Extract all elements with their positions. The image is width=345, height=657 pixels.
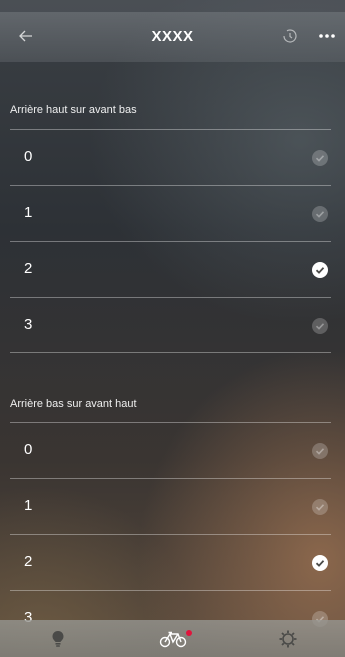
bike-icon xyxy=(159,631,186,647)
tab-settings[interactable] xyxy=(230,620,345,657)
more-options-button[interactable] xyxy=(316,25,338,47)
tab-lights[interactable] xyxy=(0,620,115,657)
option-row-3[interactable]: 3 xyxy=(10,297,331,353)
notification-badge xyxy=(186,630,192,636)
check-icon xyxy=(312,150,328,166)
check-icon xyxy=(312,318,328,334)
section-label-rear-low-front-high: Arrière bas sur avant haut xyxy=(10,398,137,410)
more-dots-icon xyxy=(319,34,335,38)
option-row-0[interactable]: 0 xyxy=(10,422,331,478)
lightbulb-icon xyxy=(52,630,63,647)
check-selected-icon xyxy=(312,555,328,571)
history-icon xyxy=(283,29,297,43)
tab-bike[interactable] xyxy=(115,620,230,657)
gear-icon xyxy=(279,630,296,647)
option-label: 0 xyxy=(24,441,33,458)
option-label: 0 xyxy=(24,148,33,165)
status-bar-area xyxy=(0,0,345,12)
divider xyxy=(10,352,331,353)
option-label: 3 xyxy=(24,316,33,333)
check-icon xyxy=(312,499,328,515)
check-icon xyxy=(312,443,328,459)
option-row-2[interactable]: 2 xyxy=(10,534,331,590)
top-app-bar: XXXX xyxy=(0,12,345,62)
check-selected-icon xyxy=(312,262,328,278)
option-label: 1 xyxy=(24,497,33,514)
option-row-1[interactable]: 1 xyxy=(10,185,331,241)
section-label-rear-high-front-low: Arrière haut sur avant bas xyxy=(10,104,137,116)
option-row-0[interactable]: 0 xyxy=(10,129,331,185)
bottom-tab-bar xyxy=(0,620,345,657)
option-row-2[interactable]: 2 xyxy=(10,241,331,297)
option-label: 2 xyxy=(24,553,33,570)
option-label: 1 xyxy=(24,204,33,221)
history-button[interactable] xyxy=(278,24,302,48)
option-row-1[interactable]: 1 xyxy=(10,478,331,534)
option-label: 2 xyxy=(24,260,33,277)
check-icon xyxy=(312,206,328,222)
